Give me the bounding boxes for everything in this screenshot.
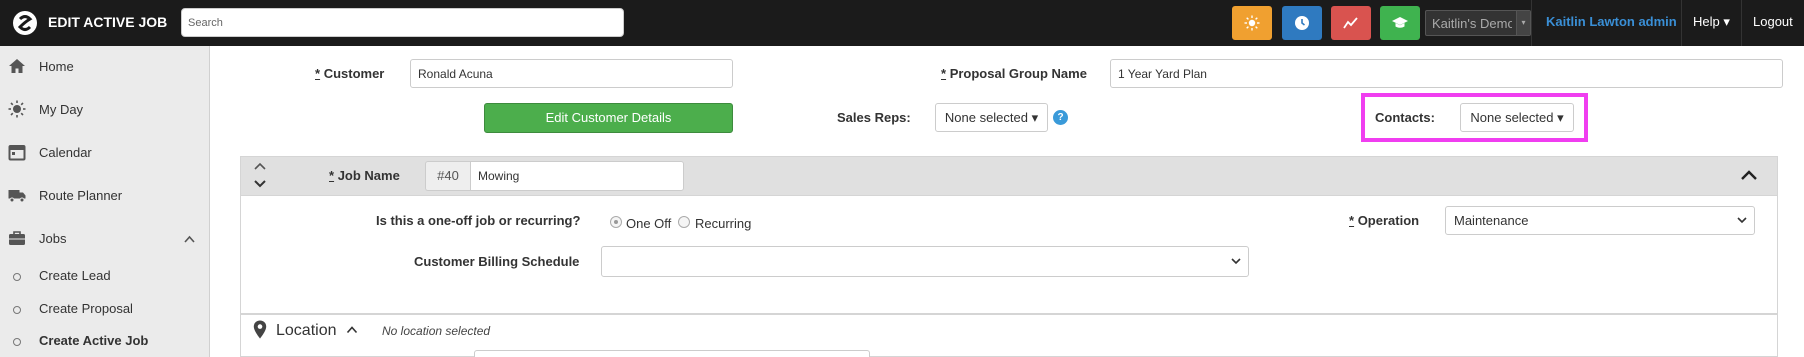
divider xyxy=(1531,0,1532,46)
sun-icon xyxy=(1244,15,1260,31)
reorder-arrows-icon[interactable] xyxy=(253,161,267,191)
required-marker: * xyxy=(315,66,321,81)
my-day-quick-button[interactable] xyxy=(1232,6,1272,40)
sidebar-subitem-create-lead[interactable]: Create Lead xyxy=(0,263,210,289)
customer-label: * Customer xyxy=(315,66,384,81)
recurring-label[interactable]: Recurring xyxy=(695,216,751,231)
sidebar-item-label: Jobs xyxy=(39,231,67,246)
search-input[interactable] xyxy=(181,8,624,37)
operation-select[interactable]: Maintenance xyxy=(1445,206,1755,235)
bullet-icon xyxy=(13,306,21,314)
sidebar-item-my-day[interactable]: My Day xyxy=(0,95,210,125)
job-name-field[interactable]: Mowing xyxy=(470,161,684,191)
proposal-group-field[interactable]: 1 Year Yard Plan xyxy=(1110,59,1783,88)
operation-label: * Operation xyxy=(1349,213,1419,228)
required-marker: * xyxy=(329,168,335,183)
chevron-down-icon xyxy=(1737,217,1747,224)
job-name-label: * Job Name xyxy=(329,168,400,183)
required-marker: * xyxy=(941,66,947,81)
contacts-dropdown[interactable]: None selected ▾ xyxy=(1460,103,1574,132)
sidebar-item-route-planner[interactable]: Route Planner xyxy=(0,181,210,211)
page-title: EDIT ACTIVE JOB xyxy=(48,14,168,30)
customer-field[interactable]: Ronald Acuna xyxy=(410,59,733,88)
operation-select-value: Maintenance xyxy=(1454,213,1529,228)
sidebar-subitem-create-active-job[interactable]: Create Active Job xyxy=(0,328,210,354)
clock-quick-button[interactable] xyxy=(1282,6,1322,40)
location-search-field[interactable] xyxy=(474,350,870,357)
graduation-cap-icon xyxy=(1392,17,1408,28)
company-select[interactable]: Kaitlin's Demo ▾ xyxy=(1425,10,1531,36)
chart-line-icon xyxy=(1343,17,1358,29)
sidebar-subitem-create-proposal[interactable]: Create Proposal xyxy=(0,296,210,322)
customer-label-text: Customer xyxy=(323,66,385,81)
company-select-value: Kaitlin's Demo xyxy=(1432,16,1512,31)
top-navbar: EDIT ACTIVE JOB Kaitlin's Demo xyxy=(0,0,1804,46)
sidebar-item-label: Route Planner xyxy=(39,188,123,203)
help-icon[interactable]: ? xyxy=(1053,110,1068,125)
sidebar-item-jobs[interactable]: Jobs xyxy=(0,224,210,254)
logout-link[interactable]: Logout xyxy=(1753,14,1793,29)
sidebar-item-label: Calendar xyxy=(39,145,92,160)
billing-schedule-label: Customer Billing Schedule xyxy=(414,254,580,269)
sales-reps-dropdown[interactable]: None selected ▾ xyxy=(935,103,1048,132)
sidebar-item-label: Home xyxy=(39,59,74,74)
job-name-label-text: Job Name xyxy=(337,168,400,183)
chevron-up-icon[interactable] xyxy=(184,235,195,243)
home-icon xyxy=(9,59,25,73)
training-quick-button[interactable] xyxy=(1380,6,1420,40)
recurring-question-label: Is this a one-off job or recurring? xyxy=(376,213,581,228)
sales-reps-label: Sales Reps: xyxy=(837,110,911,125)
sidebar-subitem-label: Create Active Job xyxy=(39,333,149,348)
help-menu[interactable]: Help ▾ xyxy=(1693,14,1730,30)
briefcase-icon xyxy=(9,231,25,245)
collapse-chevron-up-icon[interactable] xyxy=(1740,169,1758,181)
truck-icon xyxy=(8,190,26,203)
sidebar-subitem-label: Create Lead xyxy=(39,268,111,283)
recurring-radio[interactable] xyxy=(678,216,690,228)
required-marker: * xyxy=(1349,213,1355,228)
chevron-up-icon[interactable] xyxy=(346,325,358,334)
sidebar: Home My Day Calendar Route Planner Jobs … xyxy=(0,46,210,357)
location-title: Location xyxy=(276,322,337,339)
divider xyxy=(1741,0,1742,46)
bullet-icon xyxy=(13,273,21,281)
calendar-icon xyxy=(8,145,26,161)
clock-icon xyxy=(1295,16,1309,30)
sidebar-item-label: My Day xyxy=(39,102,84,117)
edit-customer-details-button[interactable]: Edit Customer Details xyxy=(484,103,733,133)
divider xyxy=(1681,0,1682,46)
sidebar-item-home[interactable]: Home xyxy=(0,52,210,82)
billing-schedule-select[interactable] xyxy=(601,246,1249,277)
user-menu-link[interactable]: Kaitlin Lawton admin xyxy=(1546,14,1677,29)
sun-icon xyxy=(8,100,26,118)
caret-down-icon: ▾ xyxy=(1516,11,1530,35)
operation-label-text: Operation xyxy=(1357,213,1420,228)
one-off-radio[interactable] xyxy=(610,216,622,228)
bullet-icon xyxy=(13,338,21,346)
reports-quick-button[interactable] xyxy=(1331,6,1371,40)
sidebar-item-calendar[interactable]: Calendar xyxy=(0,138,210,168)
location-status: No location selected xyxy=(382,324,491,338)
one-off-label[interactable]: One Off xyxy=(626,216,671,231)
job-number-addon: #40 xyxy=(425,161,470,191)
map-marker-icon xyxy=(253,320,267,339)
proposal-group-label: * Proposal Group Name xyxy=(941,66,1087,81)
contacts-label: Contacts: xyxy=(1375,110,1435,125)
company-logo-icon[interactable] xyxy=(12,10,38,36)
proposal-group-label-text: Proposal Group Name xyxy=(949,66,1087,81)
chevron-down-icon xyxy=(1231,258,1241,265)
sidebar-subitem-label: Create Proposal xyxy=(39,301,133,316)
